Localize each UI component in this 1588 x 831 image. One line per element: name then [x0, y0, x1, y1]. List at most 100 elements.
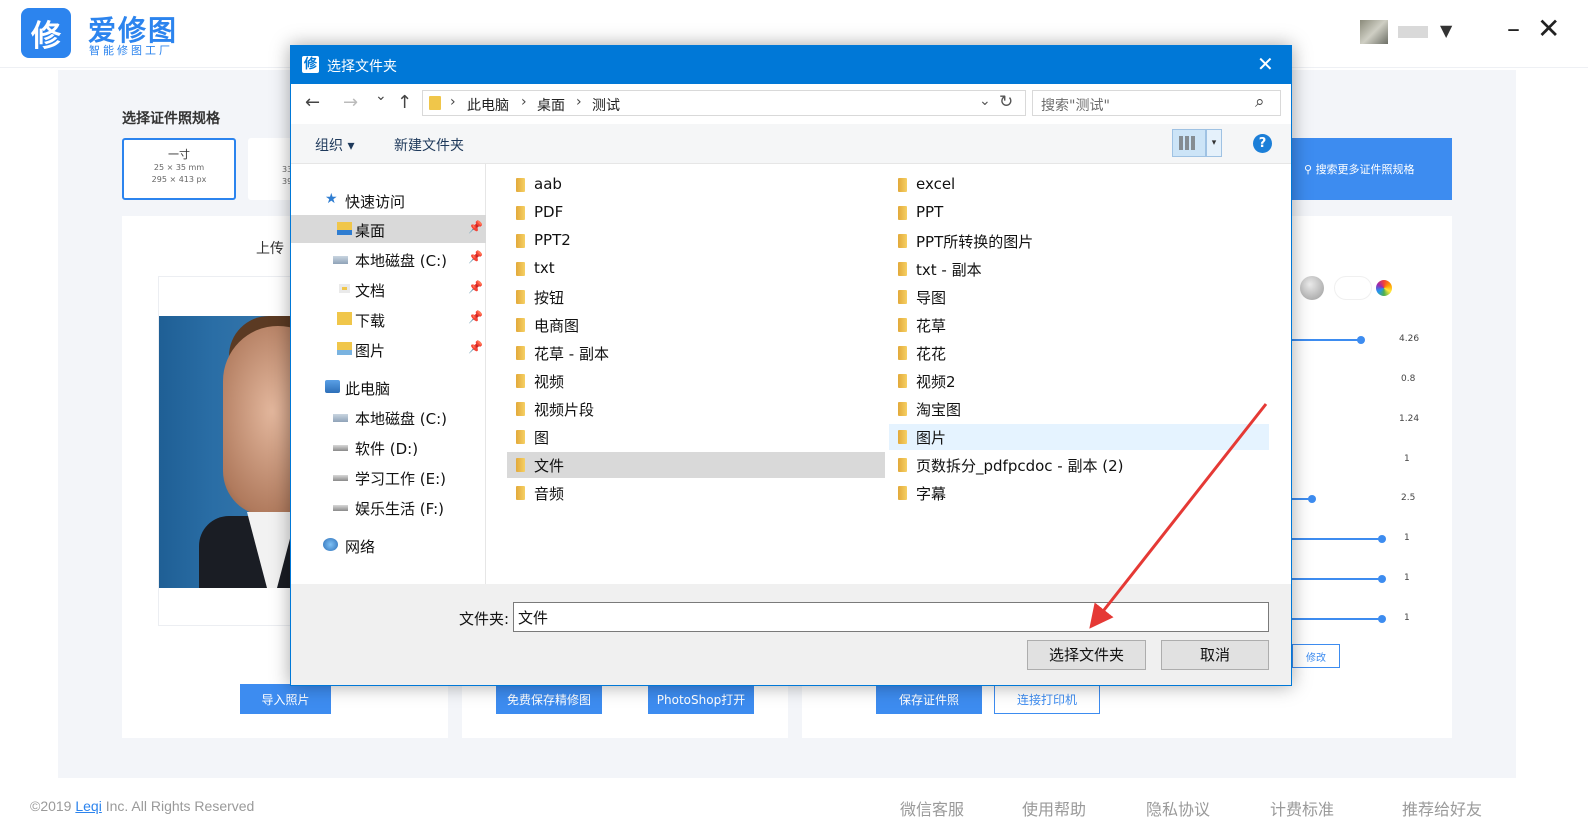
- refresh-icon[interactable]: ↻: [999, 92, 1013, 112]
- search-icon[interactable]: ⌕: [1255, 92, 1265, 112]
- folder-item[interactable]: 视频: [507, 368, 885, 394]
- pin-icon[interactable]: 📌: [468, 250, 483, 264]
- folder-item[interactable]: 电商图: [507, 312, 885, 338]
- recent-locations-chevron-icon[interactable]: ⌄: [375, 88, 387, 104]
- folder-name-input[interactable]: [513, 602, 1269, 632]
- nav-desktop[interactable]: 桌面 📌: [291, 215, 486, 243]
- folder-item[interactable]: PDF: [507, 200, 885, 226]
- folder-item[interactable]: txt: [507, 256, 885, 282]
- folder-item[interactable]: 视频2: [889, 368, 1269, 394]
- breadcrumb-separator[interactable]: ›: [450, 94, 456, 110]
- nav-downloads[interactable]: 下载 📌: [291, 305, 486, 333]
- nav-entertainment-f[interactable]: 娱乐生活 (F:): [291, 493, 486, 521]
- free-save-button[interactable]: 免费保存精修图: [496, 684, 602, 714]
- folder-item[interactable]: PPT2: [507, 228, 885, 254]
- leqi-link[interactable]: Leqi: [75, 798, 101, 814]
- nav-network[interactable]: 网络: [291, 531, 486, 559]
- nav-software-d[interactable]: 软件 (D:): [291, 433, 486, 461]
- footer-link-recommend[interactable]: 推荐给好友: [1402, 796, 1482, 820]
- folder-item[interactable]: txt - 副本: [889, 256, 1269, 282]
- user-avatar[interactable]: [1360, 20, 1388, 44]
- folder-item-selected[interactable]: 文件: [507, 452, 885, 478]
- folder-item[interactable]: 花花: [889, 340, 1269, 366]
- view-dropdown-icon[interactable]: ▾: [1206, 129, 1222, 157]
- footer-link-pricing[interactable]: 计费标准: [1270, 796, 1334, 820]
- folder-item[interactable]: 图: [507, 424, 885, 450]
- folder-item[interactable]: 音频: [507, 480, 885, 506]
- select-folder-button[interactable]: 选择文件夹: [1027, 640, 1146, 670]
- cancel-button[interactable]: 取消: [1161, 640, 1269, 670]
- slider-handle[interactable]: [1378, 575, 1386, 583]
- pin-icon[interactable]: 📌: [468, 280, 483, 294]
- up-arrow-icon[interactable]: ↑: [397, 92, 412, 113]
- slider-track[interactable]: [1292, 339, 1362, 341]
- folder-item[interactable]: 字幕: [889, 480, 1269, 506]
- connect-printer-button[interactable]: 连接打印机: [994, 684, 1100, 714]
- slider-handle[interactable]: [1357, 336, 1365, 344]
- folder-name: txt - 副本: [916, 261, 982, 279]
- breadcrumb-separator[interactable]: ›: [521, 94, 527, 110]
- slider-handle[interactable]: [1378, 615, 1386, 623]
- slider-handle[interactable]: [1378, 535, 1386, 543]
- footer-link-wechat-service[interactable]: 微信客服: [900, 796, 964, 820]
- forward-arrow-icon[interactable]: →: [343, 92, 358, 113]
- back-arrow-icon[interactable]: ←: [305, 92, 320, 113]
- breadcrumb-desktop[interactable]: 桌面: [537, 95, 565, 115]
- bg-color-white-swatch[interactable]: [1334, 276, 1372, 300]
- pin-icon[interactable]: 📌: [468, 310, 483, 324]
- dialog-close-button[interactable]: ✕: [1257, 52, 1274, 76]
- folder-item[interactable]: 按钮: [507, 284, 885, 310]
- breadcrumb-test[interactable]: 测试: [592, 95, 620, 115]
- slider-track[interactable]: [1292, 538, 1384, 540]
- import-photo-button[interactable]: 导入照片: [240, 684, 331, 714]
- slider-handle[interactable]: [1308, 495, 1316, 503]
- user-menu-caret-icon[interactable]: ▼: [1440, 21, 1452, 40]
- breadcrumb-separator[interactable]: ›: [576, 94, 582, 110]
- nav-documents[interactable]: 文档 📌: [291, 275, 486, 303]
- folder-item[interactable]: PPT所转换的图片: [889, 228, 1269, 254]
- folder-item[interactable]: 淘宝图: [889, 396, 1269, 422]
- photoshop-open-button[interactable]: PhotoShop打开: [648, 684, 754, 714]
- search-input[interactable]: 搜索"测试": [1041, 95, 1110, 115]
- nav-study-work-e[interactable]: 学习工作 (E:): [291, 463, 486, 491]
- folder-item[interactable]: PPT: [889, 200, 1269, 226]
- footer-link-privacy[interactable]: 隐私协议: [1146, 796, 1210, 820]
- nav-pictures[interactable]: 图片 📌: [291, 335, 486, 363]
- folder-item[interactable]: aab: [507, 172, 885, 198]
- slider-track[interactable]: [1292, 618, 1384, 620]
- folder-item[interactable]: 页数拆分_pdfpcdoc - 副本 (2): [889, 452, 1269, 478]
- folder-item[interactable]: 花草 - 副本: [507, 340, 885, 366]
- spec-card-selected[interactable]: 一寸 25 × 35 mm 295 × 413 px: [122, 138, 236, 200]
- help-icon[interactable]: ?: [1253, 134, 1272, 153]
- folder-item[interactable]: 花草: [889, 312, 1269, 338]
- folder-name: aab: [534, 175, 562, 193]
- nav-this-pc[interactable]: 此电脑: [291, 373, 486, 401]
- folder-item[interactable]: 视频片段: [507, 396, 885, 422]
- pin-icon[interactable]: 📌: [468, 340, 483, 354]
- folder-item[interactable]: 导图: [889, 284, 1269, 310]
- nav-local-disk-c-pinned[interactable]: 本地磁盘 (C:) 📌: [291, 245, 486, 273]
- address-dropdown-icon[interactable]: ⌄: [979, 93, 991, 109]
- close-window-button[interactable]: ✕: [1537, 12, 1560, 45]
- breadcrumb-this-pc[interactable]: 此电脑: [467, 95, 509, 115]
- save-id-photo-button[interactable]: 保存证件照: [876, 684, 982, 714]
- new-folder-button[interactable]: 新建文件夹: [394, 135, 464, 155]
- address-bar[interactable]: › 此电脑 › 桌面 › 测试 ⌄ ↻: [422, 90, 1026, 116]
- view-mode-button[interactable]: [1172, 129, 1206, 157]
- search-box[interactable]: 搜索"测试" ⌕: [1032, 90, 1281, 116]
- folder-item[interactable]: excel: [889, 172, 1269, 198]
- nav-quick-access[interactable]: ★ 快速访问: [291, 186, 486, 214]
- folder-item-hovered[interactable]: 图片: [889, 424, 1269, 450]
- minimize-button[interactable]: –: [1507, 14, 1520, 44]
- bg-color-gray-swatch[interactable]: [1300, 276, 1324, 300]
- modify-button[interactable]: 修改: [1292, 644, 1340, 668]
- footer-link-help[interactable]: 使用帮助: [1022, 796, 1086, 820]
- user-name-blurred[interactable]: [1398, 26, 1428, 38]
- search-more-specs-button[interactable]: ⚲ 搜索更多证件照规格: [1292, 138, 1452, 200]
- pin-icon[interactable]: 📌: [468, 220, 483, 234]
- dialog-titlebar: 修 选择文件夹 ✕: [291, 46, 1291, 84]
- nav-local-disk-c[interactable]: 本地磁盘 (C:): [291, 403, 486, 431]
- organize-menu[interactable]: 组织 ▾: [315, 135, 354, 155]
- color-picker-icon[interactable]: [1376, 280, 1392, 296]
- slider-track[interactable]: [1292, 578, 1384, 580]
